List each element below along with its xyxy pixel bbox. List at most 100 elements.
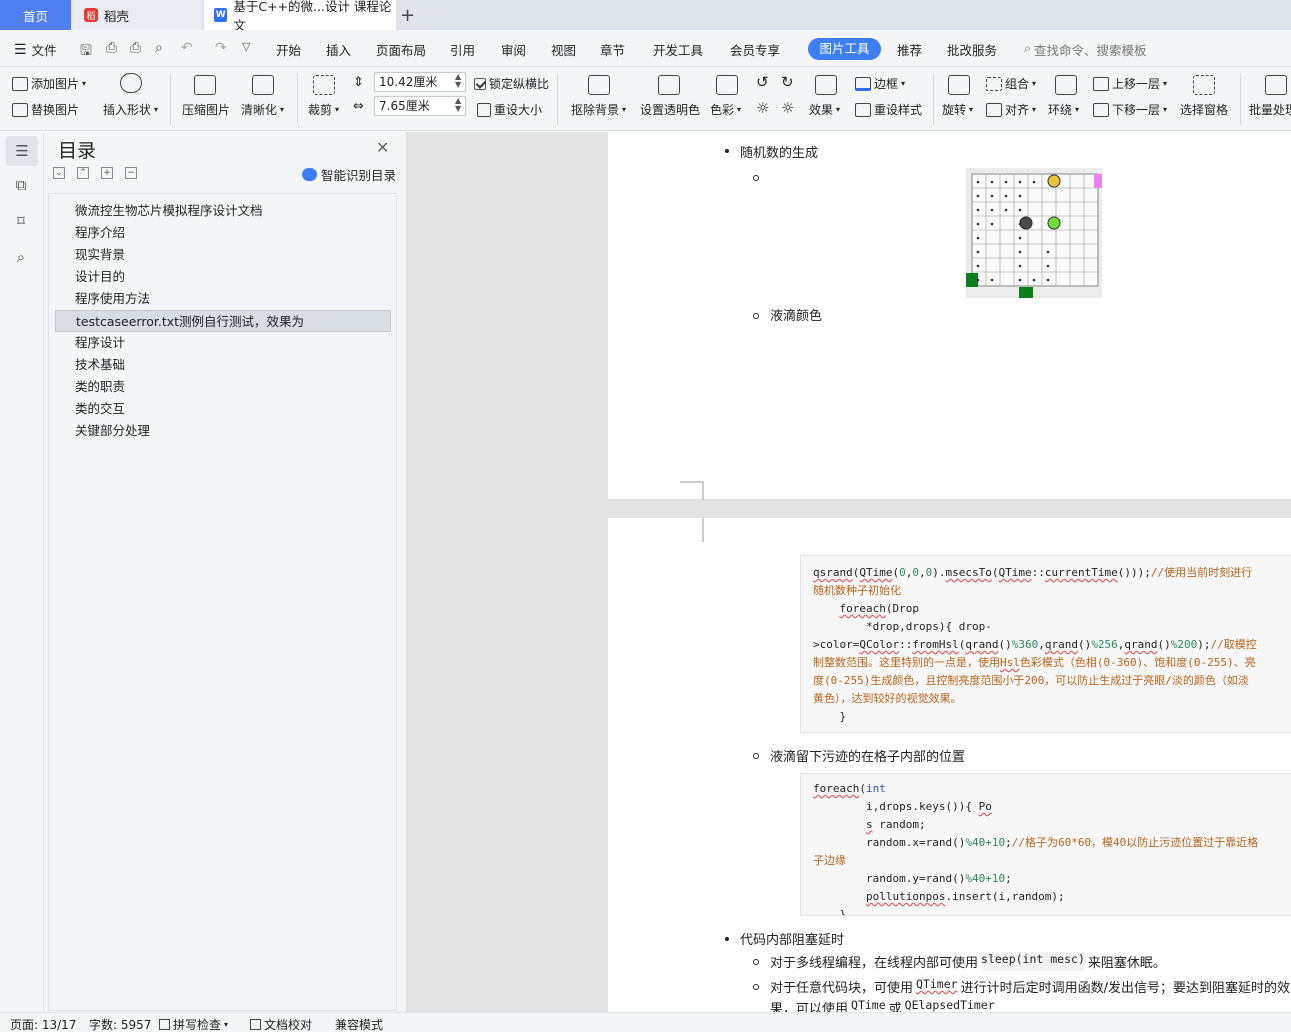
menu-view[interactable]: 视图: [551, 40, 576, 59]
quick-access-dropdown-icon[interactable]: ▽: [242, 40, 250, 53]
set-transparent-color-button[interactable]: 设置透明色: [640, 101, 700, 118]
tab-home[interactable]: 首页: [0, 0, 71, 30]
height-stepper-icon[interactable]: ▲ ▼: [455, 73, 461, 89]
selection-pane-button[interactable]: 选择窗格: [1180, 101, 1228, 118]
toc-item[interactable]: 微流控生物芯片模拟程序设计文档: [55, 200, 391, 222]
redo-icon[interactable]: ↷: [215, 40, 227, 56]
collapse-all-icon[interactable]: −: [125, 167, 137, 179]
send-backward-button[interactable]: 下移一层 ▾: [1093, 101, 1167, 118]
expand-all-icon[interactable]: +: [101, 167, 113, 179]
pollution-dot: [976, 180, 980, 184]
sharpen-button[interactable]: 清晰化 ▾: [241, 101, 284, 118]
code-block-color[interactable]: qsrand(QTime(0,0,0).msecsTo(QTime::curre…: [800, 555, 1291, 733]
toc-item[interactable]: testcaseerror.txt测例自行测试，效果为: [55, 310, 391, 332]
menu-picture-tools[interactable]: 图片工具: [808, 38, 881, 60]
crop-button[interactable]: 裁剪 ▾: [308, 101, 339, 118]
code-token: %40+10: [965, 872, 1006, 885]
menu-page-layout[interactable]: 页面布局: [376, 40, 426, 59]
reset-size-button[interactable]: 重设大小: [477, 101, 542, 118]
toc-item[interactable]: 类的职责: [55, 376, 391, 398]
code-token: QColor: [859, 638, 900, 651]
toc-item[interactable]: 程序介绍: [55, 222, 391, 244]
chapter-nav-button[interactable]: ⧉: [12, 176, 30, 194]
menu-recommend[interactable]: 推荐: [897, 40, 922, 59]
brightness-up-icon[interactable]: ☼: [756, 99, 769, 117]
brightness-down-icon[interactable]: ☼: [781, 99, 794, 117]
toc-item[interactable]: 关键部分处理: [55, 420, 391, 442]
align-button[interactable]: 对齐 ▾: [986, 101, 1036, 118]
menu-references[interactable]: 引用: [450, 40, 475, 59]
code-token: }: [813, 710, 847, 723]
tab-daoke[interactable]: 稻 稻壳: [72, 0, 202, 30]
close-icon[interactable]: ✕: [376, 138, 389, 157]
green-droplet: [1047, 216, 1061, 230]
reset-style-button[interactable]: 重设样式: [855, 101, 922, 118]
code-line: pollutionpos.insert(i,random);: [813, 888, 1065, 906]
spell-check-button[interactable]: 拼写检查 ▾: [159, 1016, 228, 1033]
tab-document[interactable]: W 基于C++的微...设计 课程论文: [204, 0, 396, 33]
proofread-button[interactable]: 文档校对: [250, 1016, 312, 1033]
tab-home-label: 首页: [22, 8, 48, 24]
batch-process-button[interactable]: 批量处理: [1249, 101, 1291, 118]
lock-aspect-ratio-checkbox[interactable]: 锁定纵横比: [474, 75, 549, 92]
menu-membership[interactable]: 会员专享: [730, 40, 780, 59]
toc-item[interactable]: 程序设计: [55, 332, 391, 354]
toc-item[interactable]: 类的交互: [55, 398, 391, 420]
code-line: 黄色），达到较好的视觉效果。: [813, 690, 962, 708]
print-preview-icon[interactable]: ⌕: [155, 40, 163, 56]
smart-toc-button[interactable]: 智能识别目录: [302, 165, 396, 184]
toc-item[interactable]: 技术基础: [55, 354, 391, 376]
file-menu[interactable]: ☰ 文件: [14, 40, 57, 59]
expand-level-icon[interactable]: ⌃: [77, 167, 89, 179]
find-button[interactable]: ⌕: [12, 248, 30, 266]
toc-item[interactable]: 设计目的: [55, 266, 391, 288]
ribbon-separator: [1240, 73, 1241, 125]
collapse-level-icon[interactable]: ⌄: [53, 167, 65, 179]
menu-insert[interactable]: 插入: [326, 40, 351, 59]
effects-button[interactable]: 效果 ▾: [809, 101, 840, 118]
insert-shape-button[interactable]: 插入形状 ▾: [103, 101, 158, 118]
pollution-dot: [976, 250, 980, 254]
remove-background-button[interactable]: 抠除背景 ▾: [571, 101, 626, 118]
rotate-left-icon[interactable]: ↺: [756, 73, 769, 91]
text-qtimer-b: 进行计时后定时调用函数/发出信号；要达到阻塞延时的效: [960, 981, 1290, 996]
dropdown-arrow-icon: ▾: [154, 105, 159, 114]
document-canvas[interactable]: 随机数的生成 液滴颜色 qsrand(QTime(0,0,0).msecsTo(…: [406, 132, 1291, 1017]
picture-width-input[interactable]: 7.65厘米: [374, 96, 466, 116]
new-tab-button[interactable]: +: [400, 0, 416, 30]
border-button[interactable]: 边框 ▾: [855, 75, 905, 92]
document-page: 随机数的生成 液滴颜色: [608, 132, 1291, 500]
lock-aspect-ratio-label: 锁定纵横比: [489, 77, 550, 91]
word-count[interactable]: 字数: 5957: [89, 1016, 151, 1033]
rotate-right-icon[interactable]: ↻: [781, 73, 794, 91]
page-indicator[interactable]: 页面: 13/17: [10, 1016, 76, 1033]
menu-chapter[interactable]: 章节: [600, 40, 625, 59]
print-icon[interactable]: ⎙: [130, 40, 141, 56]
menu-developer[interactable]: 开发工具: [653, 40, 703, 59]
text-wrap-button[interactable]: 环绕 ▾: [1048, 101, 1079, 118]
bookmark-button[interactable]: ⌑: [12, 212, 30, 230]
menu-review[interactable]: 审阅: [501, 40, 526, 59]
toc-item[interactable]: 现实背景: [55, 244, 391, 266]
rotate-button[interactable]: 旋转 ▾: [942, 101, 973, 118]
compress-picture-button[interactable]: 压缩图片: [182, 101, 230, 118]
toc-item[interactable]: 程序使用方法: [55, 288, 391, 310]
dropdown-arrow-icon: ▾: [82, 79, 87, 88]
command-search[interactable]: ⌕ 查找命令、搜索模板: [1024, 40, 1147, 59]
color-button[interactable]: 色彩 ▾: [710, 101, 741, 118]
width-stepper-icon[interactable]: ▲ ▼: [455, 97, 461, 113]
chip-grid-image[interactable]: [966, 168, 1104, 298]
undo-icon[interactable]: ↶: [181, 40, 193, 56]
menu-start[interactable]: 开始: [276, 40, 301, 59]
code-block-pollution[interactable]: foreach(int i,drops.keys()){ Po s random…: [800, 773, 1291, 916]
toc-panel-button[interactable]: ☰: [6, 136, 38, 166]
group-button[interactable]: 组合 ▾: [986, 75, 1036, 92]
replace-picture-button[interactable]: 替换图片: [12, 101, 79, 118]
add-picture-button[interactable]: 添加图片 ▾: [12, 75, 86, 92]
picture-height-input[interactable]: 10.42厘米: [374, 72, 466, 92]
export-pdf-icon[interactable]: ⎙: [106, 40, 117, 56]
bring-forward-button[interactable]: 上移一层 ▾: [1093, 75, 1167, 92]
save-icon[interactable]: 🖫: [80, 40, 92, 64]
menu-review-service[interactable]: 批改服务: [947, 40, 997, 59]
